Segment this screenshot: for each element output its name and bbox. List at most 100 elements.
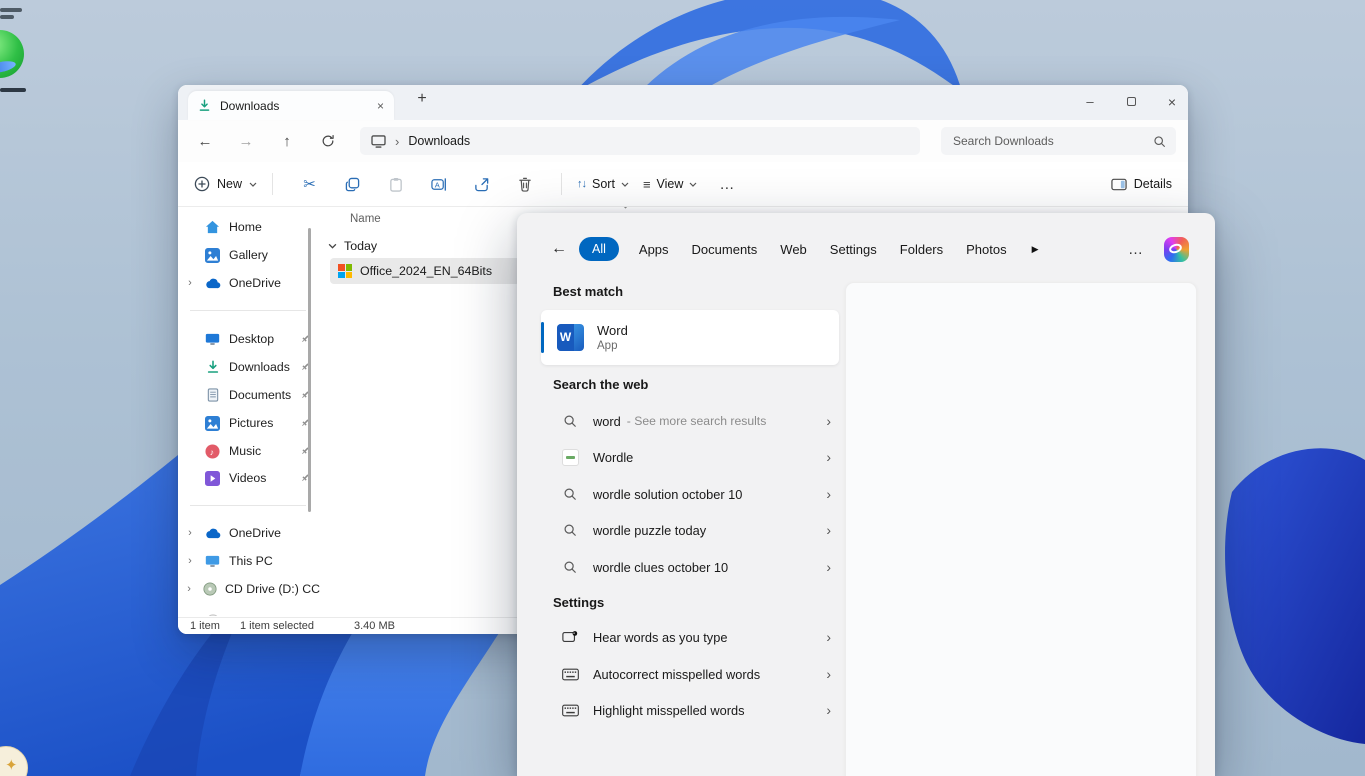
sidebar-divider	[190, 505, 306, 506]
breadcrumb-separator: ›	[395, 134, 399, 149]
status-size: 3.40 MB	[354, 620, 395, 632]
suggestion-text: wordle clues october 10	[593, 560, 728, 575]
sidebar-label: Downloads	[229, 360, 290, 374]
sidebar-item-home[interactable]: Home	[182, 213, 320, 241]
search-tab-folders[interactable]: Folders	[900, 242, 943, 257]
copilot-icon[interactable]	[1164, 237, 1189, 262]
web-suggestion-wordle[interactable]: Wordle ›	[541, 439, 841, 475]
details-button[interactable]: Details	[1111, 177, 1172, 191]
sidebar-label: Pictures	[229, 416, 273, 430]
web-suggestion-wordle-clues[interactable]: wordle clues october 10 ›	[541, 549, 841, 585]
explorer-search-input[interactable]	[951, 133, 1153, 149]
expand-chevron-icon[interactable]: ›	[182, 583, 196, 595]
details-pane-icon	[1111, 178, 1127, 191]
maximize-button[interactable]	[1118, 90, 1144, 114]
sort-button[interactable]: ↑↓ Sort	[577, 177, 629, 191]
expand-chevron-icon[interactable]: ›	[182, 615, 198, 616]
setting-highlight[interactable]: Highlight misspelled words ›	[541, 692, 841, 728]
web-suggestion-word[interactable]: word - See more search results ›	[541, 403, 841, 439]
search-tab-web[interactable]: Web	[780, 242, 807, 257]
minimize-button[interactable]: –	[1077, 90, 1103, 114]
search-back-button[interactable]: ←	[551, 240, 567, 258]
expand-chevron-icon[interactable]: ›	[182, 527, 198, 539]
setting-autocorrect[interactable]: Autocorrect misspelled words ›	[541, 656, 841, 692]
expand-chevron-icon[interactable]: ›	[182, 555, 198, 567]
chevron-right-icon[interactable]: ›	[826, 449, 831, 465]
sidebar-item-gallery[interactable]: Gallery	[182, 241, 320, 269]
microsoft-logo-icon	[338, 264, 352, 278]
best-match-word-app[interactable]: W Word App	[541, 310, 839, 365]
chevron-right-icon[interactable]: ›	[826, 559, 831, 575]
sidebar-item-onedrive[interactable]: › OneDrive	[182, 269, 320, 297]
close-button[interactable]: ×	[1159, 90, 1185, 114]
sidebar-label: Music	[229, 444, 261, 458]
sidebar-item-this-pc[interactable]: › This PC	[182, 547, 320, 575]
setting-hear-words[interactable]: Hear words as you type ›	[541, 619, 841, 655]
new-button-label: New	[217, 177, 242, 191]
search-more-options-button[interactable]: …	[1128, 241, 1144, 258]
sidebar-item-videos[interactable]: Videos	[182, 464, 320, 492]
back-button[interactable]: ←	[190, 133, 220, 150]
sidebar-item-cd-drive-e[interactable]: › CD Drive (E:)	[182, 607, 320, 616]
search-icon	[561, 523, 579, 537]
plus-circle-icon	[194, 176, 210, 192]
paste-button[interactable]	[374, 177, 417, 192]
new-button[interactable]: New	[194, 176, 257, 192]
file-row-office-setup[interactable]: Office_2024_EN_64Bits	[330, 258, 520, 284]
best-match-app-name: Word	[597, 323, 628, 338]
trash-icon	[518, 177, 532, 192]
status-selection: 1 item selected	[240, 620, 314, 632]
new-tab-button[interactable]: +	[411, 90, 433, 108]
chevron-right-icon[interactable]: ›	[826, 522, 831, 538]
tab-close-icon[interactable]: ×	[377, 99, 384, 113]
music-icon: ♪	[204, 444, 221, 459]
column-sort-chevron-icon	[621, 207, 630, 209]
search-tab-settings[interactable]: Settings	[830, 242, 877, 257]
sidebar-item-documents[interactable]: Documents	[182, 381, 320, 409]
suggestion-suffix: - See more search results	[627, 414, 767, 428]
share-button[interactable]	[460, 177, 503, 192]
chevron-right-icon[interactable]: ›	[826, 413, 831, 429]
cut-button[interactable]: ✂	[288, 175, 331, 193]
chevron-right-icon[interactable]: ›	[826, 486, 831, 502]
status-item-count: 1 item	[190, 620, 220, 632]
web-suggestion-wordle-puzzle[interactable]: wordle puzzle today ›	[541, 512, 841, 548]
toolbar-more-button[interactable]: …	[719, 176, 735, 193]
breadcrumb-location[interactable]: Downloads	[408, 134, 470, 148]
web-suggestion-wordle-solution[interactable]: wordle solution october 10 ›	[541, 476, 841, 512]
sidebar-item-music[interactable]: ♪ Music	[182, 437, 320, 465]
sidebar-scrollbar[interactable]	[308, 228, 311, 512]
up-button[interactable]: ↑	[272, 133, 302, 150]
chevron-right-icon[interactable]: ›	[826, 666, 831, 682]
explorer-search-box[interactable]	[941, 127, 1176, 155]
search-tab-documents[interactable]: Documents	[692, 242, 758, 257]
sidebar-item-pictures[interactable]: Pictures	[182, 409, 320, 437]
refresh-button[interactable]	[313, 134, 343, 148]
search-tab-photos[interactable]: Photos	[966, 242, 1006, 257]
sort-label: Sort	[592, 177, 615, 191]
search-icon	[561, 487, 579, 501]
delete-button[interactable]	[503, 177, 546, 192]
column-header-name[interactable]: Name	[350, 213, 381, 225]
sidebar-item-desktop[interactable]: Desktop	[182, 325, 320, 353]
explorer-tab-downloads[interactable]: Downloads ×	[188, 91, 394, 120]
search-tab-apps[interactable]: Apps	[639, 242, 669, 257]
sidebar-label: OneDrive	[229, 526, 281, 540]
view-button[interactable]: ≡ View	[643, 177, 697, 192]
rename-button[interactable]: A	[417, 177, 460, 192]
sidebar-item-onedrive-tree[interactable]: › OneDrive	[182, 519, 320, 547]
copy-button[interactable]	[331, 177, 374, 192]
sidebar-item-downloads[interactable]: Downloads	[182, 353, 320, 381]
sidebar-item-cd-drive-d[interactable]: › CD Drive (D:) CC	[182, 575, 320, 603]
address-field[interactable]: › Downloads	[360, 127, 920, 155]
chevron-right-icon[interactable]: ›	[826, 702, 831, 718]
chevron-right-icon[interactable]: ›	[826, 629, 831, 645]
search-tab-all[interactable]: All	[579, 237, 619, 261]
tabs-overflow-arrow-icon[interactable]: ▶	[1032, 244, 1039, 255]
group-header-today[interactable]: Today	[328, 239, 377, 253]
view-icon: ≡	[643, 177, 651, 192]
explorer-tabbar: Downloads × + – ×	[178, 85, 1188, 120]
sidebar-label: Desktop	[229, 332, 274, 346]
expand-chevron-icon[interactable]: ›	[182, 277, 198, 289]
forward-button[interactable]: →	[231, 133, 261, 150]
